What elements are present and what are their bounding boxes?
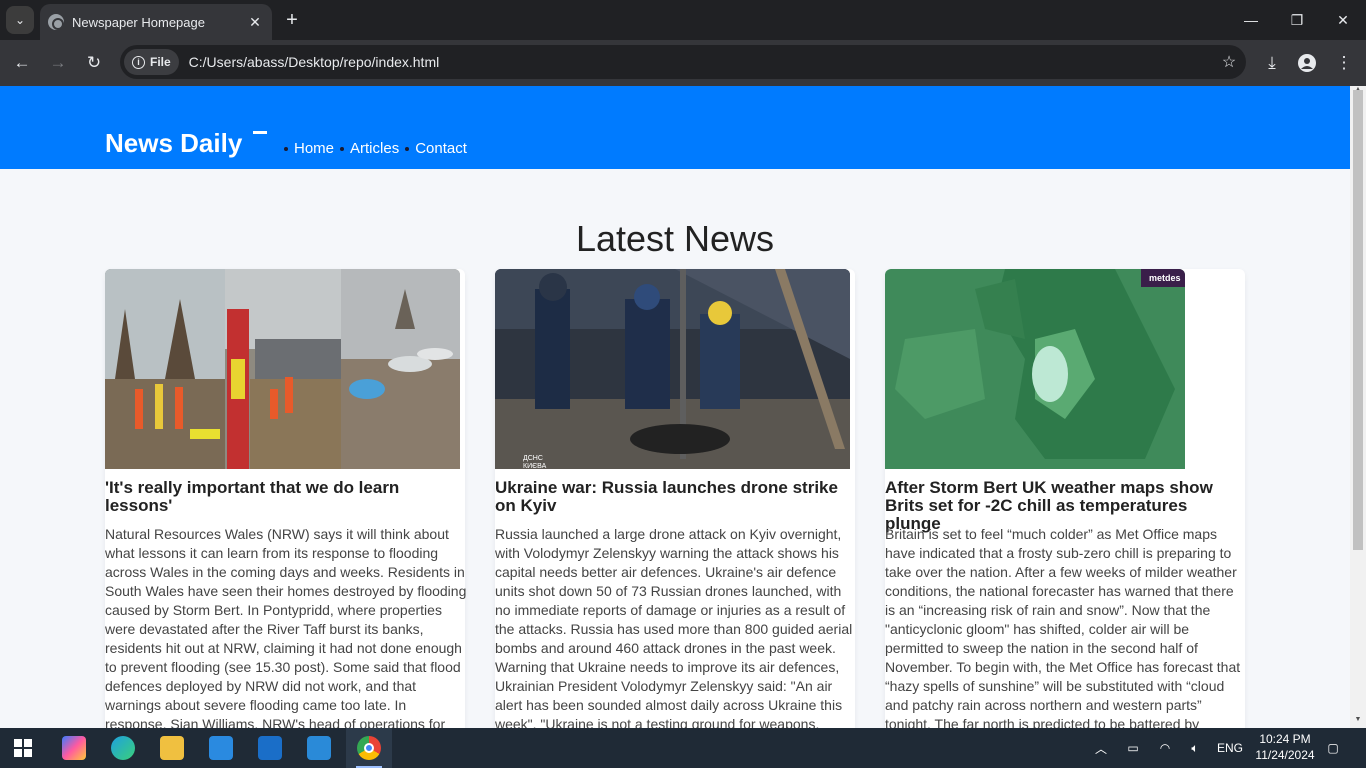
tab-search-button[interactable]: ⌄ — [6, 6, 34, 34]
file-explorer-icon[interactable] — [160, 736, 184, 760]
volume-icon[interactable]: 🔈︎ — [1184, 728, 1206, 768]
forward-icon[interactable]: → — [46, 51, 70, 75]
nav-bullet — [340, 146, 345, 151]
wifi-icon[interactable]: ◠ — [1154, 728, 1176, 768]
article-title[interactable]: Ukraine war: Russia launches drone strik… — [495, 479, 855, 515]
article-card: 'It's really important that we do learn … — [105, 269, 467, 728]
store-icon[interactable] — [209, 736, 233, 760]
flood-photo-image[interactable] — [105, 269, 460, 469]
site-logo[interactable]: News Daily — [105, 128, 242, 159]
browser-toolbar: ← → ↻ i File C:/Users/abass/Desktop/repo… — [0, 40, 1366, 86]
header-dash — [253, 131, 267, 134]
edge-icon[interactable] — [111, 736, 135, 760]
address-bar[interactable]: i File C:/Users/abass/Desktop/repo/index… — [120, 45, 1246, 79]
article-body: Natural Resources Wales (NRW) says it wi… — [105, 526, 467, 728]
clock-time: 10:24 PM — [1259, 732, 1311, 746]
nav-bullet — [284, 146, 288, 151]
article-card: metdes After Storm Bert UK weather maps … — [885, 269, 1245, 728]
scroll-down-icon[interactable]: ▼ — [1350, 716, 1366, 726]
chevron-down-icon: ⌄ — [14, 13, 26, 27]
taskbar: ︿ ▭ ◠ 🔈︎ ENG 10:24 PM 11/24/2024 ▢ — [0, 728, 1366, 768]
main-nav: Home Articles Contact — [278, 140, 467, 157]
info-icon: i — [132, 55, 145, 69]
profile-icon[interactable] — [1295, 51, 1319, 75]
tab-strip: ⌄ Newspaper Homepage ✕ + — ❐ ✕ — [0, 0, 1366, 40]
nav-home-link[interactable]: Home — [294, 140, 334, 157]
image-badge: metdes — [1149, 273, 1181, 283]
chrome-taskbar-button[interactable] — [346, 728, 392, 768]
battery-icon[interactable]: ▭ — [1122, 728, 1144, 768]
globe-icon — [48, 14, 64, 30]
download-icon[interactable]: ⤓ — [1260, 51, 1284, 75]
windows-start-icon[interactable] — [14, 739, 32, 762]
weather-map-image[interactable]: metdes — [885, 269, 1185, 469]
restore-icon[interactable]: ❐ — [1274, 0, 1320, 40]
nav-articles-link[interactable]: Articles — [350, 140, 399, 157]
page-viewport: News Daily Home Articles Contact Latest … — [0, 86, 1350, 728]
image-caption: ДСНС КИЄВА — [523, 455, 547, 469]
bookmark-star-icon[interactable]: ☆ — [1212, 52, 1246, 72]
close-tab-icon[interactable]: ✕ — [246, 13, 264, 31]
clock-date: 11/24/2024 — [1255, 748, 1315, 762]
section-title: Latest News — [575, 218, 775, 259]
article-body: Britain is set to feel “much colder” as … — [885, 526, 1241, 728]
copilot-icon[interactable] — [62, 736, 86, 760]
article-body: Russia launched a large drone attack on … — [495, 526, 853, 728]
rescue-photo-image[interactable]: ДСНС КИЄВА — [495, 269, 850, 469]
nav-bullet — [405, 146, 410, 151]
chip-label: File — [150, 55, 171, 69]
page-scrollbar[interactable]: ▲ ▼ — [1350, 86, 1366, 728]
outlook-icon[interactable] — [258, 736, 282, 760]
nav-contact-link[interactable]: Contact — [415, 140, 467, 157]
browser-tab[interactable]: Newspaper Homepage ✕ — [40, 4, 272, 40]
new-tab-button[interactable]: + — [282, 8, 302, 32]
vscode-icon[interactable] — [307, 736, 331, 760]
notifications-icon[interactable]: ▢ — [1322, 728, 1344, 768]
site-info-chip[interactable]: i File — [124, 49, 179, 75]
minimize-icon[interactable]: — — [1228, 0, 1274, 40]
article-card: ДСНС КИЄВА Ukraine war: Russia launches … — [495, 269, 855, 728]
close-window-icon[interactable]: ✕ — [1320, 0, 1366, 40]
menu-dots-icon[interactable]: ⋮ — [1332, 51, 1356, 75]
tab-title: Newspaper Homepage — [72, 14, 205, 30]
site-header: News Daily Home Articles Contact — [0, 86, 1350, 169]
tray-chevron-icon[interactable]: ︿ — [1090, 728, 1112, 768]
url-text[interactable]: C:/Users/abass/Desktop/repo/index.html — [189, 54, 1212, 70]
back-icon[interactable]: ← — [10, 51, 34, 75]
scroll-thumb[interactable] — [1353, 90, 1363, 550]
reload-icon[interactable]: ↻ — [82, 51, 106, 75]
taskbar-clock[interactable]: 10:24 PM 11/24/2024 — [1240, 731, 1330, 763]
article-title[interactable]: 'It's really important that we do learn … — [105, 479, 465, 515]
chrome-icon — [357, 736, 381, 760]
